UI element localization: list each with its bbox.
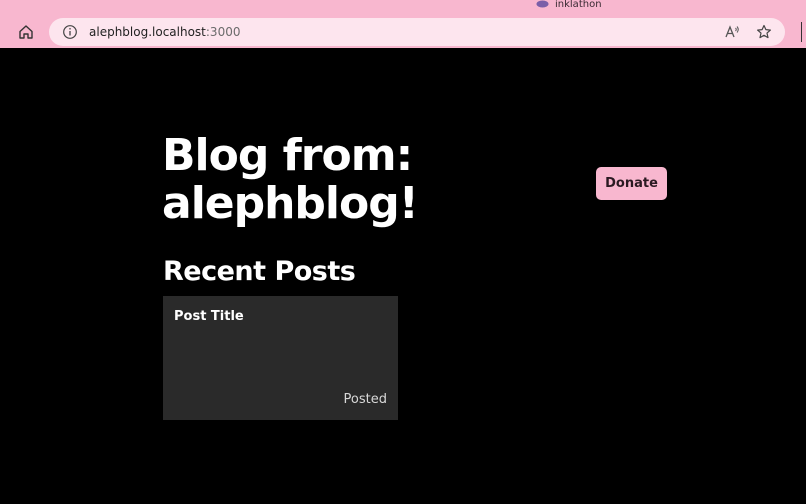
profile-icon [536,0,549,8]
post-card[interactable]: Post Title Posted [163,296,398,420]
post-status: Posted [343,392,387,407]
donate-button[interactable]: Donate [596,167,667,200]
read-aloud-icon[interactable] [723,23,741,41]
profile-name: inklathon [555,0,602,10]
post-title[interactable]: Post Title [174,309,244,325]
home-icon [19,25,33,39]
recent-posts-heading: Recent Posts [163,256,356,287]
url-host: alephblog.localhost [89,25,206,39]
profile-tab[interactable]: inklathon [536,0,602,11]
page-content: Blog from: alephblog! Donate Recent Post… [0,48,806,504]
home-button[interactable] [15,21,37,43]
url-text[interactable]: alephblog.localhost:3000 [89,24,240,40]
browser-edge-button[interactable] [801,22,806,42]
url-port: :3000 [205,25,241,39]
address-bar[interactable]: alephblog.localhost:3000 [49,18,785,46]
page-title-line1: Blog from: [162,130,413,181]
browser-toolbar: inklathon alephblog.localhost:3000 [0,0,806,48]
info-icon[interactable] [62,24,78,40]
page-title-line2: alephblog! [162,178,419,229]
page-title: Blog from: alephblog! [162,130,419,229]
star-icon[interactable] [755,23,773,41]
